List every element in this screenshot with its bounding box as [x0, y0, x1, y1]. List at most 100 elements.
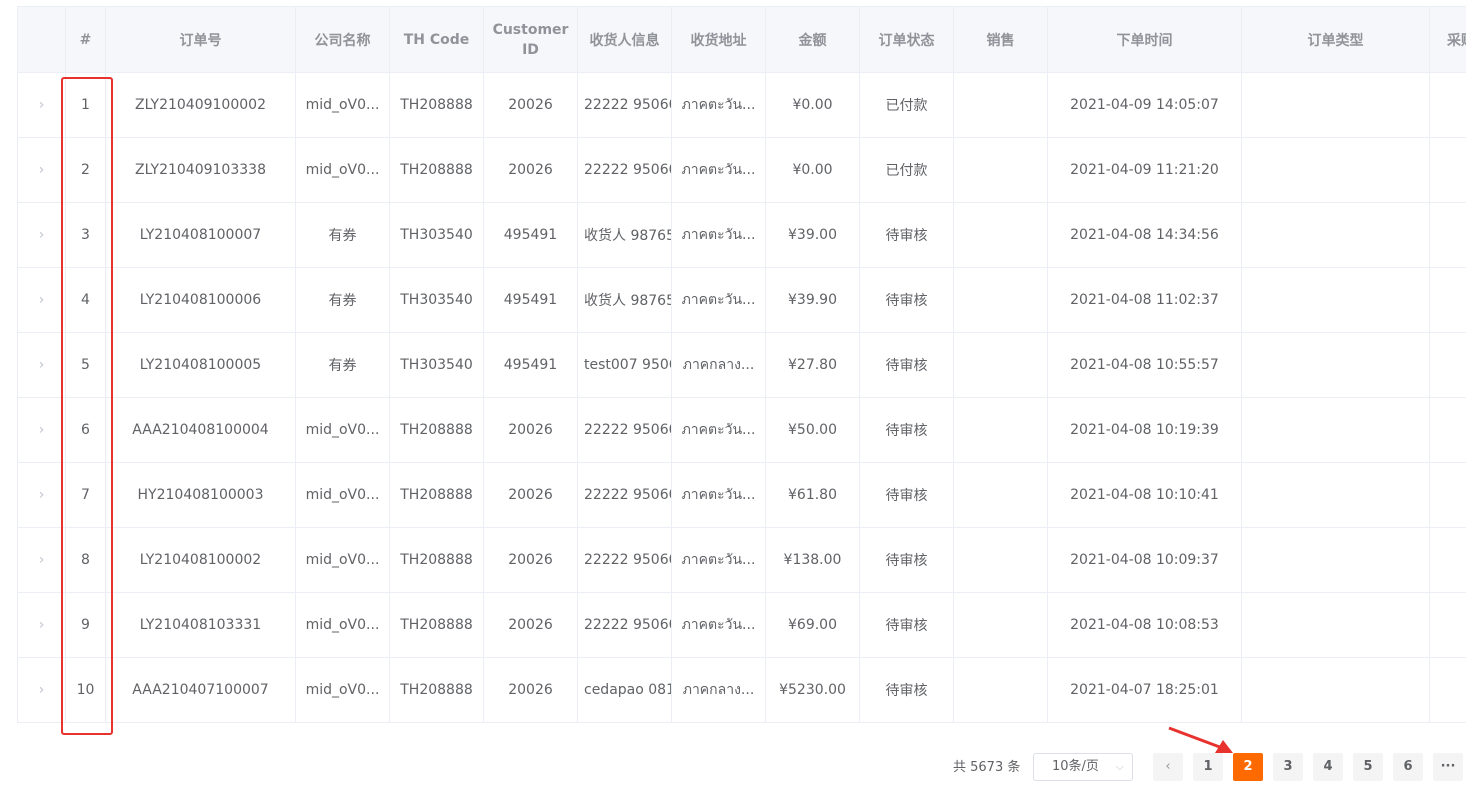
chevron-right-icon[interactable]: › — [39, 682, 45, 698]
table-row[interactable]: › 6 AAA210408100004 mid_oV0... TH208888 20026… — [17, 397, 1466, 463]
cell-order-status: 待审核 — [859, 202, 954, 268]
cell-order-time: 2021-04-08 10:08:53 — [1047, 592, 1242, 658]
table-row[interactable]: › 2 ZLY210409103338 mid_oV0... TH208888 20026… — [17, 137, 1466, 203]
cell-sales — [953, 462, 1048, 528]
cell-th-code: TH303540 — [389, 202, 484, 268]
cell-order-status: 待审核 — [859, 657, 954, 723]
cell-company-name: mid_oV0... — [295, 592, 390, 658]
cell-shipping-address: ภาคกลาง... — [671, 657, 766, 723]
chevron-right-icon[interactable]: › — [39, 292, 45, 308]
table-row[interactable]: › 1 ZLY210409100002 mid_oV0... TH208888 20026… — [17, 72, 1466, 138]
cell-order-status: 待审核 — [859, 462, 954, 528]
expand-cell[interactable]: › — [17, 397, 66, 463]
cell-purchase — [1429, 592, 1466, 658]
cell-index: 4 — [65, 267, 106, 333]
cell-customer-id: 20026 — [483, 657, 578, 723]
cell-th-code: TH208888 — [389, 137, 484, 203]
table-row[interactable]: › 8 LY210408100002 mid_oV0... TH208888 20026 2… — [17, 527, 1466, 593]
pagination: 共 5673 条 10条/页 ⌵ ‹ 1 2 3 4 5 6 ··· — [0, 753, 1466, 783]
cell-purchase — [1429, 267, 1466, 333]
annotation-arrow-icon — [1168, 726, 1233, 753]
expand-cell[interactable]: › — [17, 72, 66, 138]
cell-purchase — [1429, 72, 1466, 138]
cell-index: 9 — [65, 592, 106, 658]
chevron-right-icon[interactable]: › — [39, 227, 45, 243]
chevron-right-icon[interactable]: › — [39, 617, 45, 633]
cell-th-code: TH208888 — [389, 462, 484, 528]
header-order-time: 下单时间 — [1047, 6, 1242, 73]
table-row[interactable]: › 5 LY210408100005 有券 TH303540 495491 test007 … — [17, 332, 1466, 398]
expand-cell[interactable]: › — [17, 137, 66, 203]
page-button-3[interactable]: 3 — [1273, 753, 1303, 781]
cell-sales — [953, 657, 1048, 723]
cell-order-status: 待审核 — [859, 592, 954, 658]
cell-order-time: 2021-04-08 10:10:41 — [1047, 462, 1242, 528]
chevron-right-icon[interactable]: › — [39, 422, 45, 438]
cell-order-time: 2021-04-08 10:55:57 — [1047, 332, 1242, 398]
cell-th-code: TH208888 — [389, 657, 484, 723]
cell-order-number: HY210408100003 — [105, 462, 296, 528]
cell-index: 6 — [65, 397, 106, 463]
table-row[interactable]: › 4 LY210408100006 有券 TH303540 495491 收货人 9876… — [17, 267, 1466, 333]
cell-order-status: 已付款 — [859, 137, 954, 203]
chevron-right-icon[interactable]: › — [39, 162, 45, 178]
header-company-name: 公司名称 — [295, 6, 390, 73]
cell-amount: ¥39.90 — [765, 267, 860, 333]
cell-company-name: 有券 — [295, 267, 390, 333]
chevron-right-icon[interactable]: › — [39, 487, 45, 503]
expand-cell[interactable]: › — [17, 592, 66, 658]
chevron-right-icon[interactable]: › — [39, 97, 45, 113]
cell-consignee-info: 22222 95060 — [577, 592, 672, 658]
page-button-5[interactable]: 5 — [1353, 753, 1383, 781]
cell-consignee-info: test007 9506 — [577, 332, 672, 398]
cell-order-number: AAA210408100004 — [105, 397, 296, 463]
cell-order-time: 2021-04-07 18:25:01 — [1047, 657, 1242, 723]
orders-table: # 订单号 公司名称 TH Code Customer ID 收货人信息 收货地… — [17, 6, 1466, 732]
table-row[interactable]: › 10 AAA210407100007 mid_oV0... TH208888 2002… — [17, 657, 1466, 723]
cell-shipping-address: ภาคตะวัน... — [671, 72, 766, 138]
cell-sales — [953, 592, 1048, 658]
cell-index: 1 — [65, 72, 106, 138]
chevron-right-icon[interactable]: › — [39, 357, 45, 373]
cell-shipping-address: ภาคตะวัน... — [671, 527, 766, 593]
cell-amount: ¥39.00 — [765, 202, 860, 268]
cell-order-number: LY210408100007 — [105, 202, 296, 268]
more-pages-button[interactable]: ··· — [1433, 753, 1463, 781]
expand-cell[interactable]: › — [17, 657, 66, 723]
table-row[interactable]: › 9 LY210408103331 mid_oV0... TH208888 20026 2… — [17, 592, 1466, 658]
expand-cell[interactable]: › — [17, 202, 66, 268]
table-header-row: # 订单号 公司名称 TH Code Customer ID 收货人信息 收货地… — [17, 6, 1466, 73]
header-order-type: 订单类型 — [1241, 6, 1430, 73]
cell-order-status: 待审核 — [859, 527, 954, 593]
cell-company-name: 有券 — [295, 202, 390, 268]
cell-shipping-address: ภาคตะวัน... — [671, 592, 766, 658]
cell-order-number: ZLY210409100002 — [105, 72, 296, 138]
cell-company-name: mid_oV0... — [295, 657, 390, 723]
table-row[interactable]: › 7 HY210408100003 mid_oV0... TH208888 20026 2… — [17, 462, 1466, 528]
cell-order-type — [1241, 267, 1430, 333]
page-size-select[interactable]: 10条/页 ⌵ — [1033, 753, 1133, 781]
cell-company-name: mid_oV0... — [295, 527, 390, 593]
table-row[interactable]: › 3 LY210408100007 有券 TH303540 495491 收货人 9876… — [17, 202, 1466, 268]
expand-cell[interactable]: › — [17, 527, 66, 593]
expand-cell[interactable]: › — [17, 267, 66, 333]
cell-customer-id: 20026 — [483, 592, 578, 658]
cell-customer-id: 20026 — [483, 527, 578, 593]
cell-purchase — [1429, 137, 1466, 203]
header-order-status: 订单状态 — [859, 6, 954, 73]
expand-cell[interactable]: › — [17, 332, 66, 398]
cell-customer-id: 20026 — [483, 462, 578, 528]
cell-order-type — [1241, 137, 1430, 203]
cell-consignee-info: 收货人 98765 — [577, 267, 672, 333]
cell-customer-id: 20026 — [483, 72, 578, 138]
cell-order-number: ZLY210409103338 — [105, 137, 296, 203]
cell-amount: ¥138.00 — [765, 527, 860, 593]
expand-cell[interactable]: › — [17, 462, 66, 528]
page-button-6[interactable]: 6 — [1393, 753, 1423, 781]
header-customer-id: Customer ID — [483, 6, 578, 73]
cell-amount: ¥0.00 — [765, 137, 860, 203]
cell-consignee-info: 收货人 98765 — [577, 202, 672, 268]
page-button-4[interactable]: 4 — [1313, 753, 1343, 781]
chevron-right-icon[interactable]: › — [39, 552, 45, 568]
cell-order-time: 2021-04-09 14:05:07 — [1047, 72, 1242, 138]
